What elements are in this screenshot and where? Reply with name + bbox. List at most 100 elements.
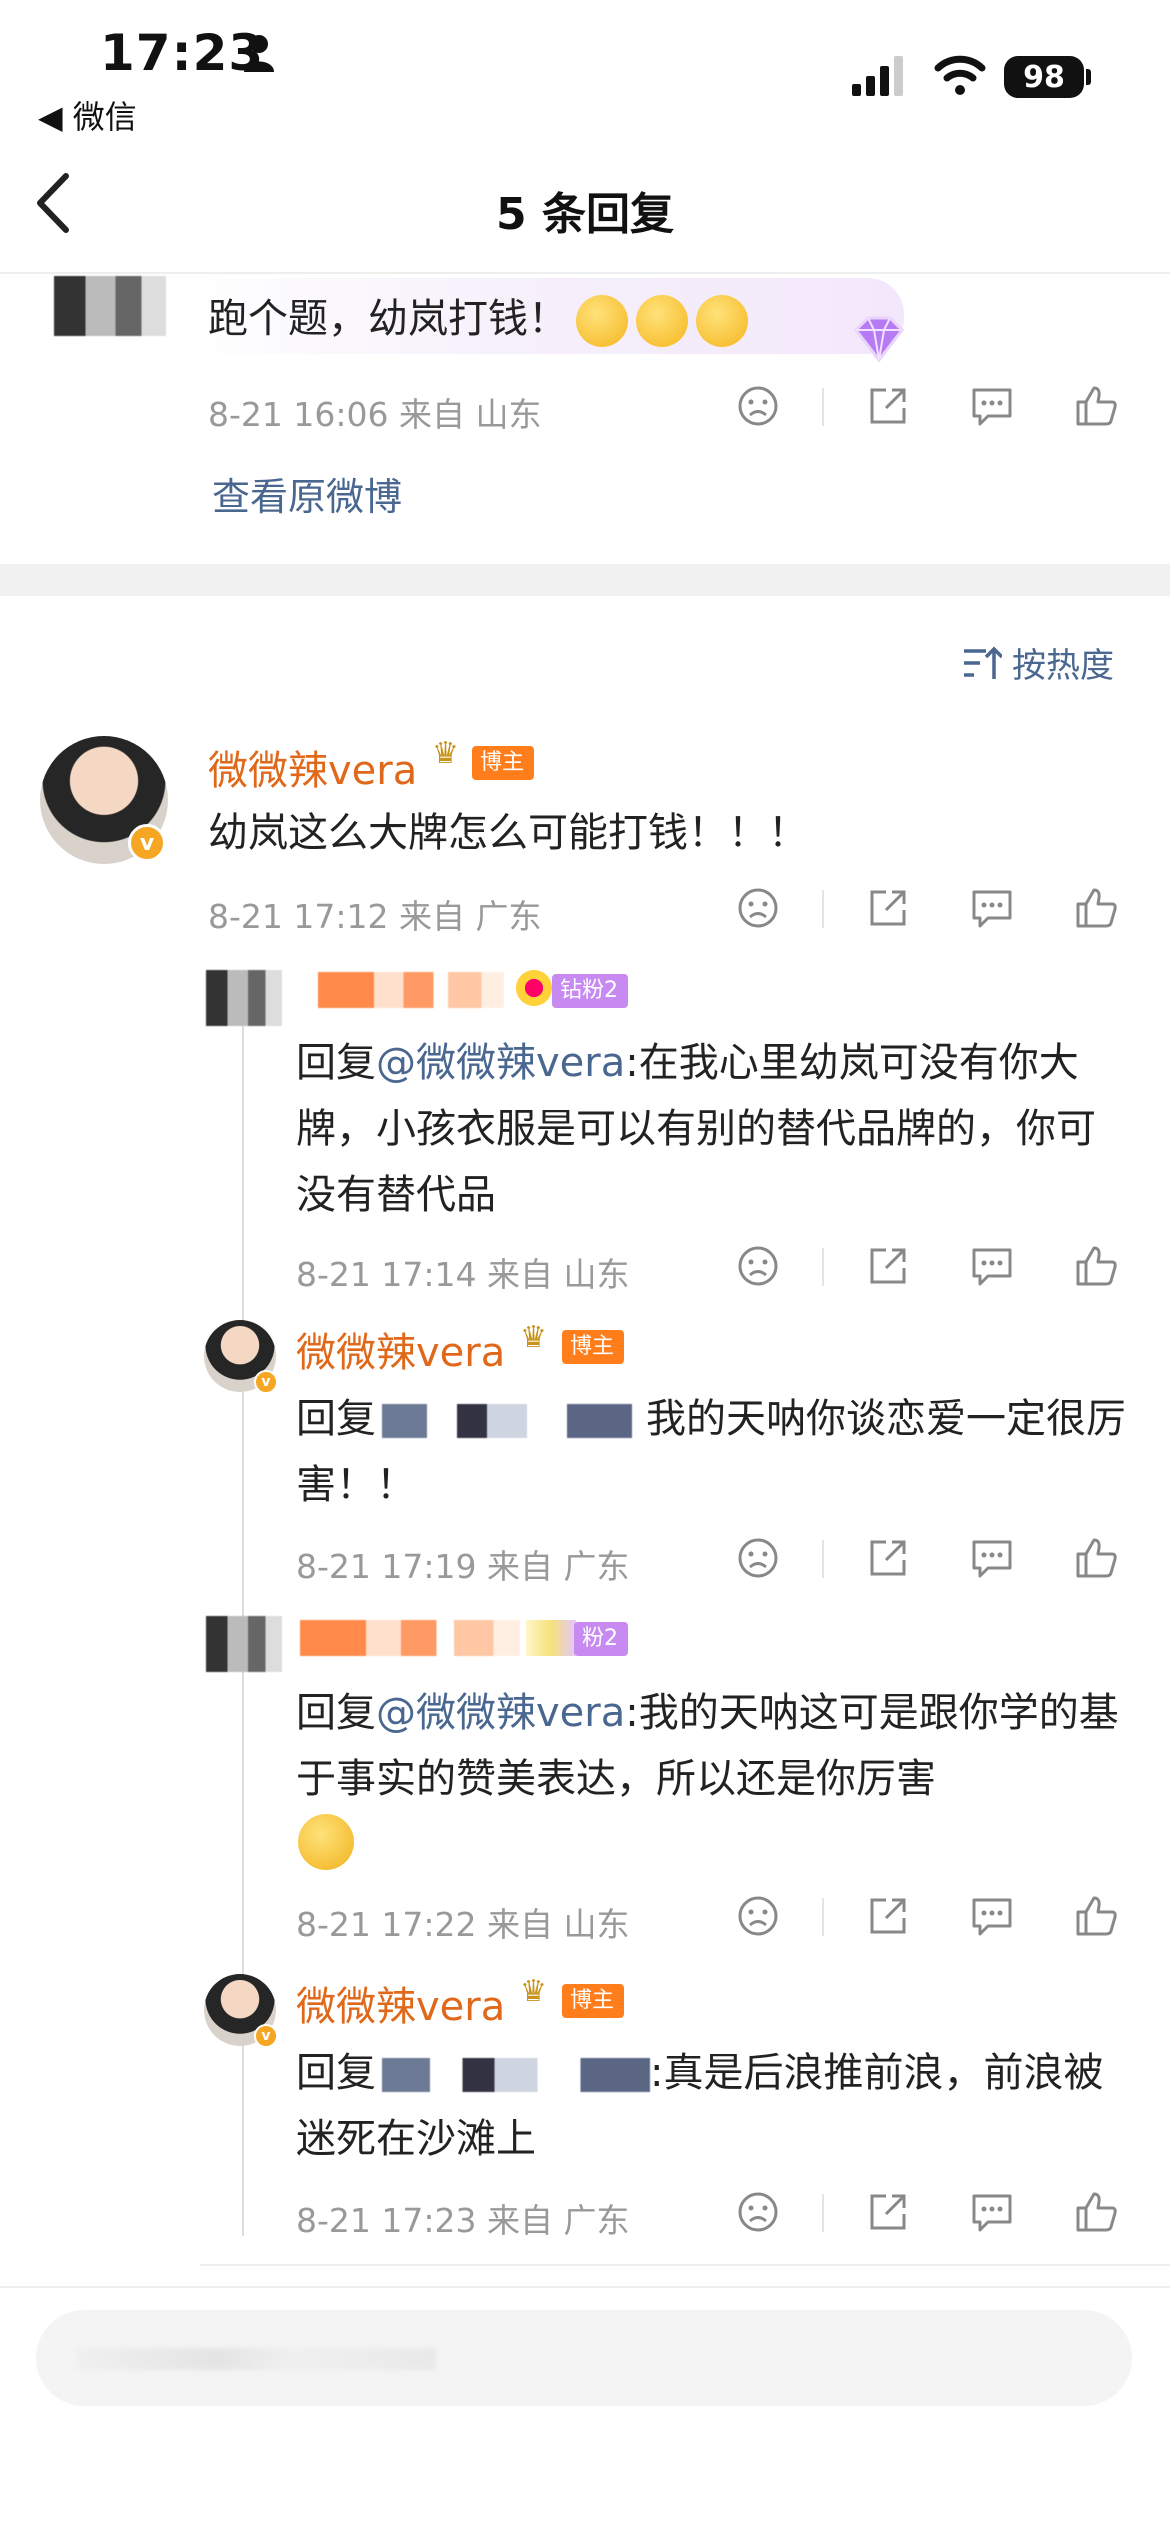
comment-button[interactable]	[970, 1244, 1014, 1288]
fan-icon	[526, 1620, 576, 1656]
share-button[interactable]	[866, 2190, 910, 2234]
action-separator	[822, 1898, 824, 1936]
thumbs-up-icon	[1076, 888, 1117, 928]
user-name[interactable]: 微微辣vera	[296, 1974, 505, 2032]
mention-redacted[interactable]	[382, 1404, 632, 1438]
comment-text: 幼岚这么大牌怎么可能打钱！！！	[208, 810, 808, 856]
mention-link[interactable]: @微微辣vera	[376, 1690, 625, 1736]
frown-icon	[738, 1246, 778, 1286]
dislike-button[interactable]	[736, 384, 780, 428]
author-tag: 博主	[562, 1330, 625, 1364]
status-time: 17:23	[100, 24, 265, 82]
comment-actions	[736, 384, 1126, 434]
back-to-wechat[interactable]: ◀ 微信	[38, 92, 137, 138]
share-button[interactable]	[866, 1894, 910, 1938]
verified-badge: v	[254, 1370, 278, 1394]
thumbs-up-icon	[1076, 386, 1117, 426]
battery-indicator: 98	[1004, 56, 1084, 98]
comment-actions	[736, 886, 1126, 936]
dislike-button[interactable]	[736, 1536, 780, 1580]
signal-icon	[852, 56, 906, 100]
comment-icon	[972, 1248, 1012, 1286]
share-icon	[870, 890, 906, 926]
avatar[interactable]	[206, 970, 282, 1026]
share-button[interactable]	[866, 1536, 910, 1580]
action-separator	[822, 388, 824, 426]
user-name-redacted[interactable]	[318, 972, 504, 1008]
comment-button[interactable]	[970, 1894, 1014, 1938]
view-original-link[interactable]: 查看原微博	[212, 466, 402, 521]
dislike-button[interactable]	[736, 1894, 780, 1938]
comment-button[interactable]	[970, 2190, 1014, 2234]
emoji-icon	[696, 295, 748, 347]
share-icon	[870, 1898, 906, 1934]
timestamp: 8-21 17:12 来自 广东	[208, 897, 542, 936]
timestamp: 8-21 17:23 来自 广东	[296, 2201, 630, 2240]
comment-button[interactable]	[970, 384, 1014, 428]
input-divider	[0, 2286, 1170, 2288]
dislike-button[interactable]	[736, 2190, 780, 2234]
thumbs-up-icon	[1076, 1246, 1117, 1286]
nav-divider	[0, 272, 1170, 274]
like-button[interactable]	[1074, 384, 1118, 428]
thumbs-up-icon	[1076, 2192, 1117, 2232]
sort-button[interactable]: 按热度	[962, 638, 1114, 687]
avatar[interactable]	[206, 1616, 282, 1672]
thumbs-up-icon	[1076, 1896, 1117, 1936]
comment-actions	[736, 1894, 1126, 1944]
diamond-icon	[846, 316, 912, 372]
frown-icon	[738, 386, 778, 426]
share-icon	[870, 2194, 906, 2230]
comment-button[interactable]	[970, 886, 1014, 930]
comment-icon	[972, 1898, 1012, 1936]
author-tag: 博主	[472, 746, 535, 780]
verified-badge: v	[128, 824, 166, 862]
action-separator	[822, 890, 824, 928]
comment-icon	[972, 388, 1012, 426]
fan-tag: 粉2	[574, 1622, 628, 1656]
share-button[interactable]	[866, 1244, 910, 1288]
comment-icon	[972, 2194, 1012, 2232]
crown-icon: ♛	[520, 1974, 547, 2009]
reply-input[interactable]	[36, 2310, 1132, 2406]
timestamp: 8-21 17:22 来自 山东	[296, 1905, 630, 1944]
mention-redacted[interactable]	[382, 2058, 650, 2092]
comment-icon	[972, 1540, 1012, 1578]
like-button[interactable]	[1074, 886, 1118, 930]
dislike-button[interactable]	[736, 1244, 780, 1288]
user-name[interactable]: 微微辣vera	[296, 1320, 505, 1378]
share-icon	[870, 388, 906, 424]
share-button[interactable]	[866, 886, 910, 930]
bottom-divider	[200, 2264, 1170, 2266]
section-gap	[0, 564, 1170, 596]
frown-icon	[738, 2192, 778, 2232]
mention-link[interactable]: @微微辣vera	[376, 1040, 625, 1086]
like-button[interactable]	[1074, 1894, 1118, 1938]
emoji-icon	[576, 295, 628, 347]
sort-icon	[964, 646, 1002, 679]
page-title: 5 条回复	[496, 189, 674, 240]
reply-text: 回复 我的天呐你谈恋爱一定很厉害！！	[296, 1396, 1126, 1508]
wifi-icon	[934, 52, 986, 100]
comment-icon	[972, 890, 1012, 928]
action-separator	[822, 2194, 824, 2232]
user-name-redacted[interactable]	[300, 1620, 520, 1656]
comment-button[interactable]	[970, 1536, 1014, 1580]
timestamp: 8-21 17:14 来自 山东	[296, 1255, 630, 1294]
user-name[interactable]: 微微辣vera	[208, 738, 417, 796]
like-button[interactable]	[1074, 1536, 1118, 1580]
avatar[interactable]	[54, 276, 166, 336]
input-placeholder-redacted	[76, 2348, 436, 2370]
crown-icon: ♛	[432, 736, 459, 771]
person-icon	[242, 34, 276, 76]
like-button[interactable]	[1074, 2190, 1118, 2234]
timestamp: 8-21 16:06 来自 山东	[208, 395, 542, 434]
author-tag: 博主	[562, 1984, 625, 2018]
crown-icon: ♛	[520, 1320, 547, 1355]
share-button[interactable]	[866, 384, 910, 428]
frown-icon	[738, 1896, 778, 1936]
dislike-button[interactable]	[736, 886, 780, 930]
share-icon	[870, 1540, 906, 1576]
like-button[interactable]	[1074, 1244, 1118, 1288]
sort-label: 按热度	[1012, 646, 1114, 686]
